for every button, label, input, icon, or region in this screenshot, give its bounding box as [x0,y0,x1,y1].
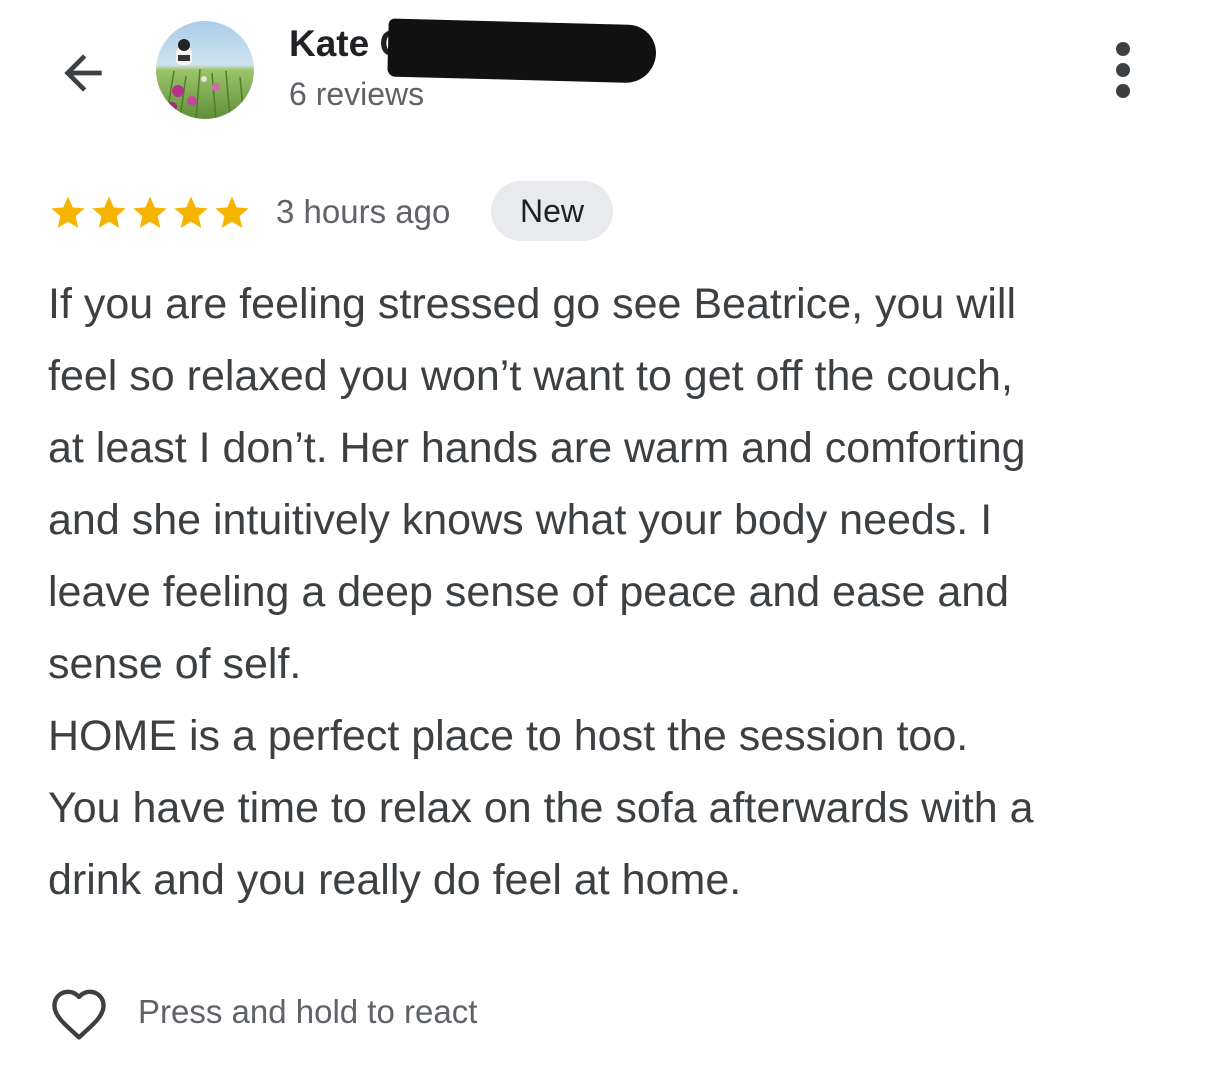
arrow-left-icon [64,54,102,92]
review-text-line: HOME is a perfect place to host the sess… [48,712,969,760]
more-vert-icon-dot [1116,63,1130,77]
star-icon [133,196,167,228]
star-icon [215,196,249,228]
review-text: If you are feeling stressed go see Beatr… [48,268,1178,916]
more-vert-icon [1116,42,1130,56]
review-text-line: at least I don’t. Her hands are warm and… [48,424,1026,472]
heart-outline-icon [52,989,106,1040]
review-text-line: drink and you really do feel at home. [48,856,742,904]
new-badge: New [491,181,613,241]
reviewer-avatar[interactable] [156,21,254,119]
review-text-line: You have time to relax on the sofa after… [48,784,1034,832]
avatar-image [156,21,254,119]
more-options-button[interactable] [1100,38,1146,102]
more-vert-icon-dot [1116,84,1130,98]
star-icon [174,196,208,228]
review-text-line: feel so relaxed you won’t want to get of… [48,352,1013,400]
react-label: Press and hold to react [138,993,478,1030]
redaction-mark [387,18,657,84]
back-button[interactable] [52,42,114,104]
review-count: 6 reviews [289,76,425,112]
react-button[interactable] [46,982,112,1042]
review-text-line: sense of self. [48,640,302,688]
review-text-line: If you are feeling stressed go see Beatr… [48,280,1017,328]
review-text-line: leave feeling a deep sense of peace and … [48,568,1010,616]
star-icon [51,196,85,228]
star-icon [92,196,126,228]
review-text-line: and she intuitively knows what your body… [48,496,993,544]
star-rating [48,193,252,233]
review-timestamp: 3 hours ago [276,193,451,230]
